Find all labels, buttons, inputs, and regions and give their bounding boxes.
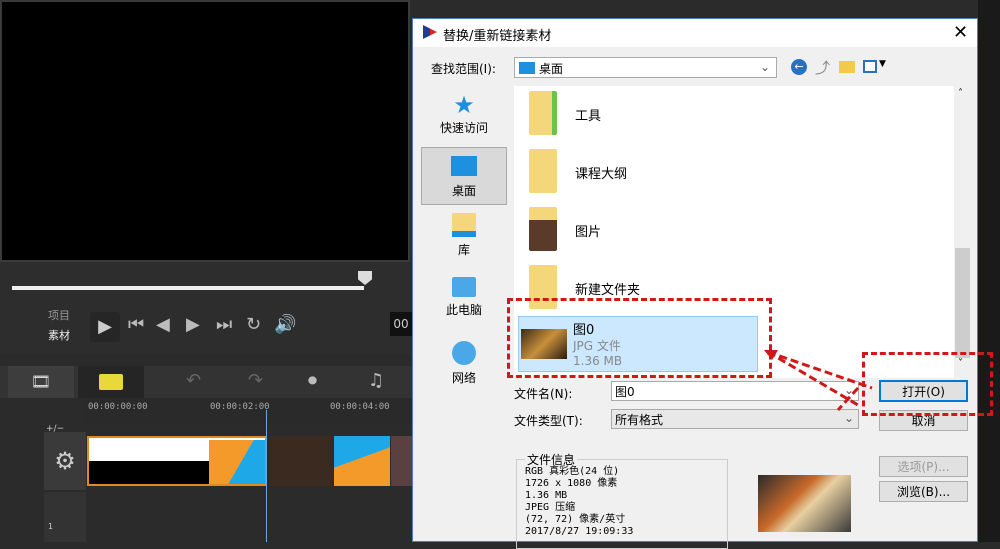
arrow-line <box>836 386 860 412</box>
arrow-line <box>767 350 859 407</box>
arrow-head <box>764 350 778 360</box>
annotation-arrows <box>764 350 873 412</box>
